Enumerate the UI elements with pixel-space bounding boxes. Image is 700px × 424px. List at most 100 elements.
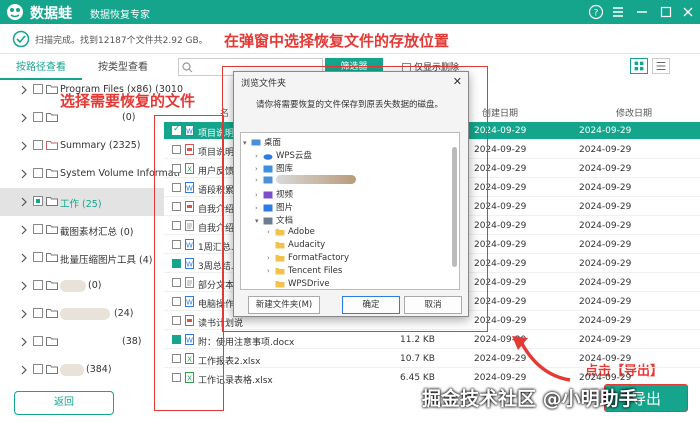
annotation-dialog-hint: 在弹窗中选择恢复文件的存放位置 <box>224 32 450 50</box>
tree-item[interactable]: Program Files (x86) (3010 <box>0 76 183 104</box>
menu-icon[interactable] <box>610 4 626 20</box>
dialog-node[interactable]: › 图库 <box>255 162 293 175</box>
chevron-right-icon[interactable] <box>20 253 28 263</box>
chevron-right-icon[interactable] <box>20 197 28 207</box>
expand-right-icon[interactable]: › <box>255 165 263 173</box>
table-row[interactable]: X 工作记录表格.xlsx 6.45 KB 2024-09-29 2024-09… <box>164 369 700 384</box>
expand-right-icon[interactable]: › <box>255 176 263 184</box>
expand-right-icon[interactable]: › <box>267 228 275 236</box>
selection-highlight-box <box>154 115 224 411</box>
dialog-node[interactable]: Audacity <box>267 240 325 253</box>
dialog-node-label: 桌面 <box>264 138 282 148</box>
list-view-icon[interactable] <box>652 58 670 74</box>
blue-folder-icon <box>263 176 273 183</box>
tree-checkbox[interactable] <box>33 112 43 122</box>
chevron-right-icon[interactable] <box>20 113 28 123</box>
tree-checkbox[interactable] <box>33 336 43 346</box>
dialog-node-label: WPSDrive <box>288 279 330 289</box>
close-icon[interactable] <box>680 4 696 20</box>
tree-item[interactable]: (24) <box>0 300 164 328</box>
dialog-title: 浏览文件夹 <box>241 79 287 89</box>
chevron-right-icon[interactable] <box>20 85 28 95</box>
dialog-node[interactable]: › Adobe <box>267 227 315 240</box>
dialog-message: 请你将需要恢复的文件保存到原丢失数据的磁盘。 <box>256 100 444 110</box>
file-modified: 2024-09-29 <box>579 240 632 250</box>
chevron-right-icon[interactable] <box>20 309 28 319</box>
chevron-right-icon[interactable] <box>20 225 28 235</box>
tree-item[interactable]: (38) <box>0 328 164 356</box>
tree-checkbox[interactable] <box>33 252 43 262</box>
dialog-node[interactable]: › Tencent Files <box>267 266 342 279</box>
file-modified: 2024-09-29 <box>579 164 632 174</box>
desktop-icon <box>251 139 261 145</box>
col-modified-header[interactable]: 修改日期 <box>616 106 652 119</box>
search-icon <box>182 62 193 73</box>
dialog-node[interactable]: WPSDrive <box>267 279 330 289</box>
new-folder-button[interactable]: 新建文件夹(M) <box>248 296 320 314</box>
svg-text:?: ? <box>594 9 599 19</box>
curved-arrow-icon <box>512 336 571 382</box>
tree-checkbox[interactable] <box>33 84 43 94</box>
chevron-right-icon[interactable] <box>20 169 28 179</box>
redacted-name <box>60 308 110 320</box>
chevron-right-icon[interactable] <box>20 365 28 375</box>
redacted-name <box>60 364 84 376</box>
back-button[interactable]: 返回 <box>14 391 114 415</box>
dialog-node-label: FormatFactory <box>288 253 350 263</box>
tree-checkbox[interactable] <box>33 280 43 290</box>
chevron-right-icon[interactable] <box>20 281 28 291</box>
file-modified: 2024-09-29 <box>579 316 632 326</box>
dialog-node[interactable]: › 视频 <box>255 188 293 201</box>
file-modified: 2024-09-29 <box>579 145 632 155</box>
tree-item[interactable]: Summary (2325) <box>0 132 164 160</box>
dialog-node[interactable]: › 图片 <box>255 201 293 214</box>
expand-right-icon[interactable]: › <box>255 191 263 199</box>
expand-right-icon[interactable]: › <box>255 204 263 212</box>
tree-item[interactable]: (384) <box>0 356 164 384</box>
help-icon[interactable]: ? <box>588 4 604 20</box>
grid-view-icon[interactable] <box>630 58 648 74</box>
chevron-right-icon[interactable] <box>20 337 28 347</box>
watermark: 掘金技术社区 @小明助手 <box>422 388 638 410</box>
tree-checkbox[interactable] <box>33 308 43 318</box>
tree-checkbox[interactable] <box>33 364 43 374</box>
expand-right-icon[interactable]: › <box>267 267 275 275</box>
dialog-node[interactable]: › FormatFactory <box>267 253 349 266</box>
minimize-icon[interactable] <box>634 4 650 20</box>
table-row[interactable]: W 附：使用注意事项.docx 11.2 KB 2024-09-29 2024-… <box>164 331 700 349</box>
tree-checkbox[interactable] <box>33 168 43 178</box>
tree-item[interactable]: (0) <box>0 272 164 300</box>
chevron-right-icon[interactable] <box>20 141 28 151</box>
tree-item[interactable]: (0) <box>0 104 164 132</box>
file-size: 6.45 KB <box>400 373 435 383</box>
expand-right-icon[interactable]: › <box>255 152 263 160</box>
table-row[interactable]: X 工作报表2.xlsx 10.7 KB 2024-09-29 2024-09-… <box>164 350 700 368</box>
dialog-scrollbar[interactable] <box>452 147 457 267</box>
cancel-button[interactable]: 取消 <box>404 296 462 314</box>
maximize-icon[interactable] <box>658 4 674 20</box>
tree-item[interactable]: 截图素材汇总 (0) <box>0 216 164 244</box>
ok-button[interactable]: 确定 <box>342 296 400 314</box>
dialog-node[interactable]: › <box>255 175 356 188</box>
dialog-node[interactable]: ▾ 文档 <box>255 214 293 227</box>
tree-item-label: (0) <box>88 280 102 291</box>
expand-down-icon[interactable]: ▾ <box>255 217 263 225</box>
expand-down-icon[interactable]: ▾ <box>243 139 251 147</box>
file-size: 10.7 KB <box>400 354 435 364</box>
tree-item[interactable]: 批量压缩图片工具 (4) <box>0 244 164 272</box>
tree-checkbox[interactable] <box>33 140 43 150</box>
tree-item-selected[interactable]: 工作 (25) <box>0 188 164 216</box>
folder-icon <box>46 365 58 374</box>
file-size: 11.2 KB <box>400 335 435 345</box>
file-modified: 2024-09-29 <box>579 373 632 383</box>
expand-right-icon[interactable]: › <box>267 254 275 262</box>
dialog-close-icon[interactable]: ✕ <box>453 75 462 88</box>
dialog-node[interactable]: › WPS云盘 <box>255 149 312 162</box>
dialog-node[interactable]: ▾ 桌面 <box>243 136 281 149</box>
tree-checkbox[interactable] <box>33 196 43 206</box>
tree-item[interactable]: System Volume Informati <box>0 160 180 188</box>
tree-checkbox[interactable] <box>33 224 43 234</box>
tree-item-label: Summary (2325) <box>60 140 141 151</box>
cloud-icon <box>263 153 273 160</box>
folder-icon <box>275 228 285 235</box>
